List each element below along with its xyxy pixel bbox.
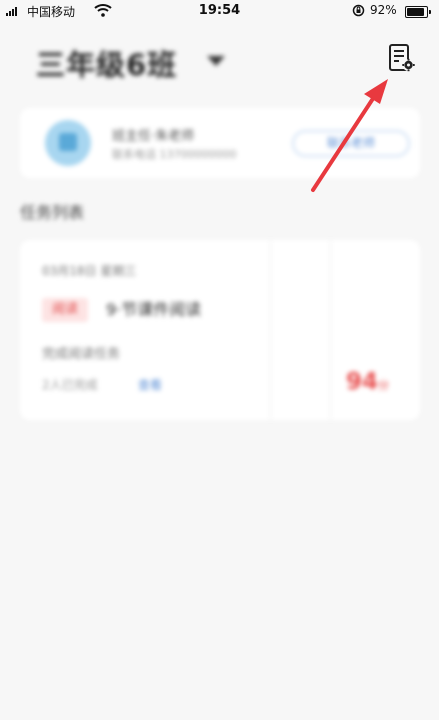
chevron-down-icon[interactable] <box>207 56 225 66</box>
task-description: 完成阅读任务 <box>42 347 121 362</box>
task-date: 03月18日 星期三 <box>42 264 137 278</box>
class-title[interactable]: 三年级6班 <box>36 42 177 84</box>
task-publish-info: 2人已完成 <box>42 378 98 392</box>
divider <box>270 240 271 420</box>
divider <box>330 240 331 420</box>
score-value: 94 <box>346 369 379 395</box>
teacher-card[interactable]: 班主任·朱老师 联系电话 13700000000 联系老师 <box>20 108 420 178</box>
battery-percent: 92% <box>370 3 397 17</box>
document-settings-icon[interactable] <box>387 43 417 73</box>
task-tag: 阅读 <box>42 298 88 322</box>
score-unit: 分 <box>378 379 390 392</box>
task-title: 9·节课件阅读 <box>106 300 202 319</box>
blurred-content: 三年级6班 班主任·朱老师 联系电话 13700000000 联系老师 任务列表… <box>0 22 439 720</box>
avatar <box>45 120 91 166</box>
contact-teacher-button[interactable]: 联系老师 <box>292 130 410 157</box>
teacher-name: 班主任·朱老师 <box>112 129 195 144</box>
task-card[interactable]: 03月18日 星期三 阅读 9·节课件阅读 完成阅读任务 2人已完成 查看 94… <box>20 240 420 420</box>
teacher-phone: 联系电话 13700000000 <box>112 148 237 161</box>
view-link[interactable]: 查看 <box>138 376 162 393</box>
orientation-lock-icon <box>352 4 365 17</box>
section-title: 任务列表 <box>20 203 85 222</box>
status-bar: 中国移动 19:54 92% <box>0 0 439 22</box>
task-score: 94分 <box>346 369 389 395</box>
battery-icon <box>405 6 431 18</box>
